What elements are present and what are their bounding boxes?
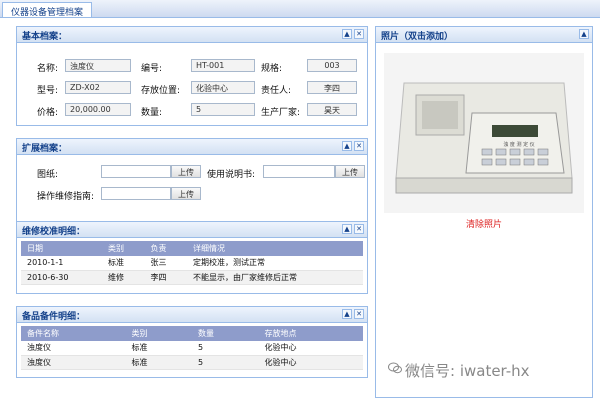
drawing-label: 图纸: [37, 170, 59, 180]
spare-parts-header: 备品备件明细： ▲ ✕ [17, 307, 367, 323]
spare-parts-panel: 备品备件明细： ▲ ✕ 备件名称 类别 数量 存放地点 浊度仪 标准 5 化验中… [16, 306, 368, 378]
price-label: 价格: [37, 108, 59, 118]
column-header[interactable]: 备件名称 [21, 326, 126, 341]
cell-date: 2010-1-1 [21, 256, 103, 271]
wechat-icon [388, 362, 402, 377]
maintenance-header: 维修校准明细： ▲ ✕ [17, 222, 367, 238]
cell-date: 2010-6-30 [21, 270, 103, 285]
cell-name: 浊度仪 [21, 355, 126, 370]
name-label: 名称: [37, 64, 59, 74]
model-field[interactable]: ZD-X02 [65, 81, 131, 94]
spare-parts-title: 备品备件明细： [22, 312, 86, 322]
lcd-caption: 浊 度 测 定 仪 [503, 142, 535, 148]
cell-type: 标准 [125, 355, 192, 370]
collapse-icon[interactable]: ▲ [579, 29, 589, 39]
owner-label: 责任人: [261, 86, 292, 96]
basic-info-header: 基本档案： ▲ ✕ [17, 27, 367, 43]
watermark-text: 微信号: iwater-hx [405, 362, 530, 380]
maintenance-guide-file-field[interactable] [101, 187, 171, 200]
cell-detail: 定期校准，测试正常 [186, 256, 363, 271]
cell-type: 维修 [102, 270, 145, 285]
name-field[interactable]: 浊度仪 [65, 59, 131, 72]
cell-quantity: 5 [192, 355, 259, 370]
manufacturer-field[interactable]: 昊天 [307, 103, 357, 116]
extended-info-panel: 扩展档案： ▲ ✕ 图纸: 上传 使用说明书: 上传 操作维修指南: 上传 [16, 138, 368, 224]
maintenance-panel: 维修校准明细： ▲ ✕ 日期 类别 负责 详细情况 2010-1-1 标准 张三… [16, 221, 368, 294]
column-header[interactable]: 详细情况 [186, 241, 363, 256]
cell-type: 标准 [125, 341, 192, 356]
column-header[interactable]: 类别 [102, 241, 145, 256]
location-field[interactable]: 化验中心 [191, 81, 255, 94]
model-label: 型号: [37, 86, 59, 96]
drawing-upload-button[interactable]: 上传 [171, 165, 201, 178]
table-row[interactable]: 2010-1-1 标准 张三 定期校准，测试正常 [21, 256, 363, 271]
photo-panel: 照片（双击添加） ▲ 浊 度 测 定 仪 清除照片 [375, 26, 593, 398]
table-row[interactable]: 浊度仪 标准 5 化验中心 [21, 341, 363, 356]
instrument-photo[interactable]: 浊 度 测 定 仪 [384, 53, 584, 213]
cell-person: 李四 [144, 270, 187, 285]
photo-title: 照片（双击添加） [381, 32, 454, 42]
column-header[interactable]: 数量 [192, 326, 259, 341]
maintenance-guide-label: 操作维修指南: [37, 192, 95, 202]
cell-name: 浊度仪 [21, 341, 126, 356]
close-icon[interactable]: ✕ [354, 309, 364, 319]
collapse-icon[interactable]: ▲ [342, 309, 352, 319]
close-icon[interactable]: ✕ [354, 141, 364, 151]
owner-field[interactable]: 李四 [307, 81, 357, 94]
close-icon[interactable]: ✕ [354, 224, 364, 234]
cell-quantity: 5 [192, 341, 259, 356]
price-field[interactable]: 20,000.00 [65, 103, 131, 116]
maintenance-title: 维修校准明细： [22, 227, 86, 237]
manual-label: 使用说明书: [207, 170, 256, 180]
manual-upload-button[interactable]: 上传 [335, 165, 365, 178]
spec-label: 规格: [261, 64, 283, 74]
window-title-tab[interactable]: 仪器设备管理档案 [2, 2, 93, 18]
cell-person: 张三 [144, 256, 187, 271]
location-label: 存放位置: [141, 86, 181, 96]
table-row[interactable]: 浊度仪 标准 5 化验中心 [21, 355, 363, 370]
basic-info-title: 基本档案： [22, 32, 68, 42]
spare-parts-table: 备件名称 类别 数量 存放地点 浊度仪 标准 5 化验中心 浊度仪 标准 5 化… [21, 326, 363, 370]
close-icon[interactable]: ✕ [354, 29, 364, 39]
cell-detail: 不能显示，由厂家维修后正常 [186, 270, 363, 285]
window-titlebar: 仪器设备管理档案 [0, 0, 600, 18]
drawing-file-field[interactable] [101, 165, 171, 178]
main-content: 基本档案： ▲ ✕ 名称: 浊度仪 编号: HT-001 规格: 003 型号:… [0, 18, 600, 401]
code-label: 编号: [141, 64, 163, 74]
cell-type: 标准 [102, 256, 145, 271]
collapse-icon[interactable]: ▲ [342, 224, 352, 234]
column-header[interactable]: 负责 [144, 241, 187, 256]
column-header[interactable]: 类别 [125, 326, 192, 341]
manufacturer-label: 生产厂家: [261, 108, 301, 118]
basic-info-panel: 基本档案： ▲ ✕ 名称: 浊度仪 编号: HT-001 规格: 003 型号:… [16, 26, 368, 126]
manual-file-field[interactable] [263, 165, 335, 178]
spec-field[interactable]: 003 [307, 59, 357, 72]
code-field[interactable]: HT-001 [191, 59, 255, 72]
cell-location: 化验中心 [258, 355, 363, 370]
clear-photo-link[interactable]: 清除照片 [376, 217, 592, 230]
extended-info-header: 扩展档案： ▲ ✕ [17, 139, 367, 155]
maintenance-table: 日期 类别 负责 详细情况 2010-1-1 标准 张三 定期校准，测试正常 2… [21, 241, 363, 285]
column-header[interactable]: 日期 [21, 241, 103, 256]
collapse-icon[interactable]: ▲ [342, 141, 352, 151]
table-row[interactable]: 2010-6-30 维修 李四 不能显示，由厂家维修后正常 [21, 270, 363, 285]
extended-info-title: 扩展档案： [22, 144, 68, 154]
column-header[interactable]: 存放地点 [258, 326, 363, 341]
collapse-icon[interactable]: ▲ [342, 29, 352, 39]
photo-header: 照片（双击添加） ▲ [376, 27, 592, 43]
quantity-field[interactable]: 5 [191, 103, 255, 116]
quantity-label: 数量: [141, 108, 163, 118]
maintenance-guide-upload-button[interactable]: 上传 [171, 187, 201, 200]
cell-location: 化验中心 [258, 341, 363, 356]
